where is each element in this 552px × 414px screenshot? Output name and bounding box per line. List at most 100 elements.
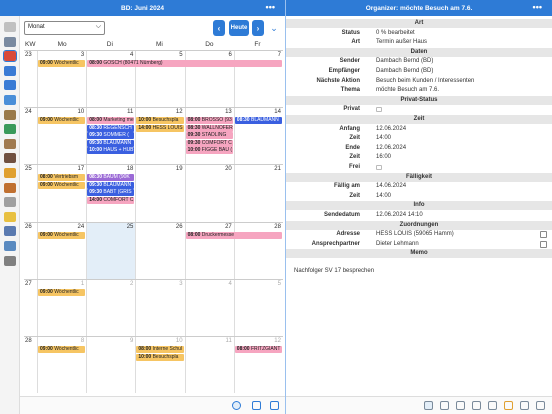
field-value[interactable]: Dambach Bernd (BD) xyxy=(376,57,433,66)
calendar-event[interactable]: 09:30 STADLING xyxy=(185,132,233,140)
list-icon[interactable] xyxy=(456,401,465,410)
calendar-event[interactable]: 09:00 Wöchentlic xyxy=(38,181,86,189)
day-cell[interactable]: 19 xyxy=(135,165,184,222)
day-cell[interactable]: 11 xyxy=(184,337,234,394)
table-icon[interactable] xyxy=(472,401,481,410)
chat-icon[interactable] xyxy=(520,401,529,410)
calendar-event[interactable]: 09:30 SOMMER ( xyxy=(87,132,135,140)
memo-text[interactable]: Nachfolger SV 17 besprechen xyxy=(294,268,374,274)
calendar-event[interactable]: 08:00 Marketing me xyxy=(87,117,135,125)
day-cell[interactable]: 21 xyxy=(233,165,283,222)
calendar-event[interactable]: 09:00 Wöchentlic xyxy=(38,288,86,296)
calendar-event[interactable]: 10:00 Besuchspla xyxy=(136,117,184,125)
calendar-event[interactable]: 09:00 Wöchentlic xyxy=(38,60,86,67)
field-value[interactable]: 14:00 xyxy=(376,192,391,201)
bag-icon[interactable] xyxy=(4,138,16,149)
calendar-event[interactable]: 09:00 Wöchentlic xyxy=(38,117,86,125)
collapse-button[interactable]: ⌄ xyxy=(268,21,280,35)
calendar-event[interactable]: 08:00 Interne Schul xyxy=(136,346,184,353)
calendar-event[interactable]: 09:30 BABT (GRIS xyxy=(87,189,135,197)
people-icon[interactable] xyxy=(4,226,16,237)
calendar-event[interactable]: 14:00 HESS LOUIS xyxy=(136,124,184,132)
event-time: 09:30 xyxy=(89,132,104,139)
field-value[interactable]: HESS LOUIS (59065 Hamm) xyxy=(376,230,454,239)
field-value[interactable]: Termin außer Haus xyxy=(376,38,427,47)
calendar-event[interactable]: 08:30 BAUM (90K xyxy=(87,174,135,182)
day-cell[interactable]: 5 xyxy=(233,279,283,336)
doc-icon[interactable] xyxy=(4,197,16,208)
note-icon[interactable] xyxy=(488,401,497,410)
checkbox[interactable] xyxy=(376,107,382,113)
table-icon[interactable] xyxy=(4,124,16,135)
field-value[interactable]: 0 % bearbeitet xyxy=(376,29,415,38)
stack-icon[interactable] xyxy=(4,80,16,91)
boxes-icon[interactable] xyxy=(4,182,16,193)
field-value[interactable]: 12.06.2024 xyxy=(376,125,406,134)
calendar-icon[interactable] xyxy=(4,65,16,76)
today-button[interactable]: Heute xyxy=(229,20,249,36)
clock-icon[interactable] xyxy=(3,50,17,63)
field-value[interactable]: möchte Besuch am 7.6. xyxy=(376,86,439,95)
field-value[interactable]: 16:00 xyxy=(376,153,391,162)
calendar-event[interactable]: 08:00 FRITZGIANT ( xyxy=(234,346,282,353)
gear-icon[interactable] xyxy=(4,255,16,266)
field-value[interactable]: 12.06.2024 xyxy=(376,144,406,153)
more-vertical-icon[interactable] xyxy=(270,401,279,410)
more-icon[interactable]: ••• xyxy=(266,2,275,12)
list-icon[interactable] xyxy=(4,36,16,47)
more-icon[interactable]: ••• xyxy=(533,2,542,12)
detail-icon[interactable] xyxy=(424,401,433,410)
prev-month-button[interactable]: ‹ xyxy=(213,20,225,36)
field-value[interactable]: 14.06.2024 xyxy=(376,182,406,191)
folder-icon[interactable] xyxy=(504,401,513,410)
calendar-event[interactable]: 10:00 FIGGE BAU ( xyxy=(185,147,233,155)
day-cell[interactable]: 2 xyxy=(86,279,135,336)
open-record-icon[interactable] xyxy=(540,240,547,248)
field-value[interactable]: 14:00 xyxy=(376,134,391,143)
field-value[interactable]: Dambach Bernd (BD) xyxy=(376,67,433,76)
calendar-event[interactable]: 08:00 GOSCH (80471 Nürnberg) xyxy=(87,60,282,67)
calendar-event[interactable]: 10:00 HAUS + HUB xyxy=(87,147,135,155)
grid-icon[interactable] xyxy=(440,401,449,410)
calendar-event[interactable]: 09:30 COMFORT C xyxy=(185,139,233,147)
calendar-event[interactable]: 08:00 Druckermesse xyxy=(185,231,282,239)
checkbox[interactable] xyxy=(376,165,382,170)
calendar-event[interactable]: 08:30 BLAUMANN xyxy=(234,117,282,125)
mail-icon[interactable] xyxy=(4,95,16,105)
day-number: 11 xyxy=(225,338,232,344)
clock-icon[interactable] xyxy=(232,401,241,410)
day-cell[interactable]: 9 xyxy=(86,337,135,394)
day-cell[interactable]: 20 xyxy=(184,165,234,222)
briefcase-icon[interactable] xyxy=(4,153,16,164)
field-value[interactable]: 12.06.2024 14:10 xyxy=(376,211,423,220)
field-value[interactable]: Besuch beim Kunden / Interessenten xyxy=(376,77,474,86)
event-time: 14:00 xyxy=(89,196,104,203)
calendar-event[interactable]: 09:30 BLAUMANN xyxy=(87,139,135,147)
settings-icon[interactable] xyxy=(252,401,261,410)
day-cell[interactable]: 3 xyxy=(135,279,184,336)
next-month-button[interactable]: › xyxy=(252,20,264,36)
bulb-icon[interactable] xyxy=(4,211,16,222)
home-icon[interactable] xyxy=(4,22,16,32)
day-cell[interactable]: 25 xyxy=(86,222,136,279)
calendar-event[interactable]: 09:00 Wöchentlic xyxy=(38,231,86,239)
calendar-event[interactable]: 08:30 REGENSCH xyxy=(87,124,135,132)
open-record-icon[interactable] xyxy=(540,231,547,239)
form-row: Privat xyxy=(286,105,552,114)
calendar-event[interactable]: 08:00 Vertriebsm xyxy=(38,174,86,182)
calendar-event[interactable]: 10:00 Besuchspla xyxy=(136,353,184,361)
calendar-event[interactable]: 09:00 Wöchentlic xyxy=(38,346,86,353)
calendar-event[interactable]: 08:30 WALLNÖFER xyxy=(185,124,233,132)
euro-icon[interactable] xyxy=(4,168,16,178)
day-cell[interactable]: 26 xyxy=(135,222,184,279)
field-value[interactable]: Dieter Lehmann xyxy=(376,240,419,249)
tools-icon[interactable] xyxy=(4,109,16,120)
grid-icon[interactable] xyxy=(4,241,16,251)
calendar-event[interactable]: 14:00 COMFORT C xyxy=(87,196,135,204)
calendar-event[interactable]: 09:30 BLAUMANN xyxy=(87,181,135,189)
view-select[interactable]: Monat ⌵ xyxy=(24,21,105,35)
day-cell[interactable]: 4 xyxy=(184,279,234,336)
day-number: 13 xyxy=(225,109,232,116)
calendar-event[interactable]: 08:00 BROSSO (93 xyxy=(185,117,233,125)
more-vertical-icon[interactable] xyxy=(536,401,545,410)
